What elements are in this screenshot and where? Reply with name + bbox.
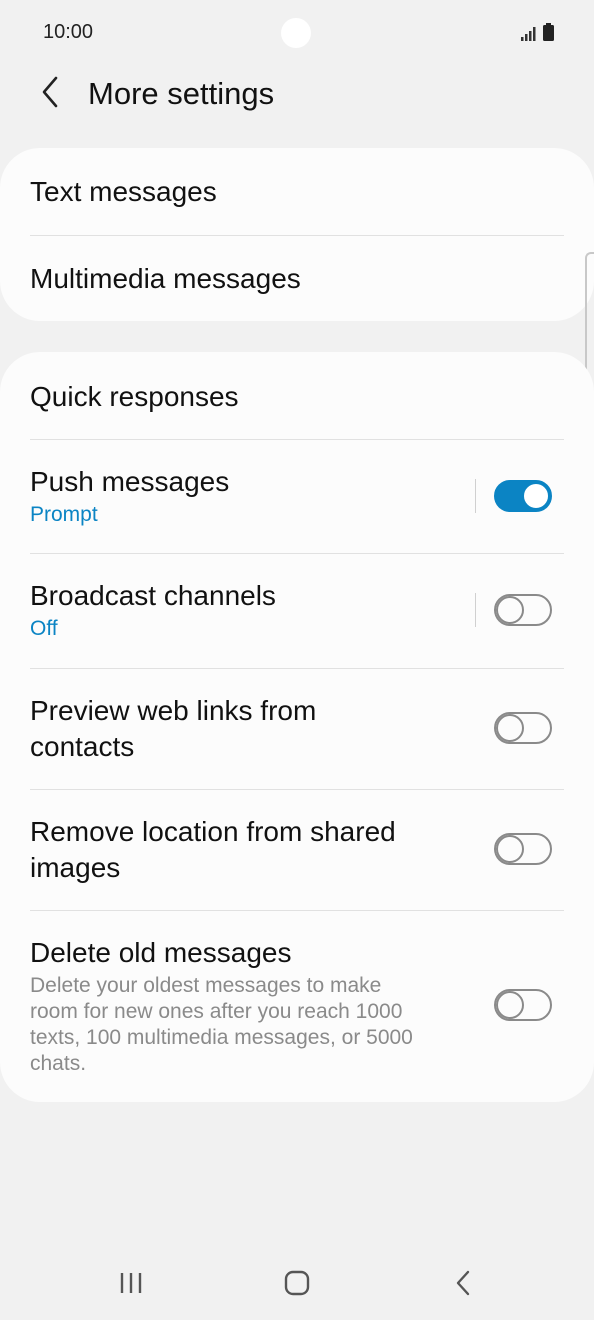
- recents-icon: [119, 1272, 143, 1299]
- back-button[interactable]: [30, 74, 70, 114]
- settings-card-options: Quick responses Push messages Prompt Bro…: [0, 352, 594, 1102]
- multimedia-messages-item[interactable]: Multimedia messages: [30, 261, 564, 297]
- divider: [30, 789, 564, 790]
- recents-button[interactable]: [106, 1265, 156, 1305]
- home-icon: [284, 1270, 310, 1301]
- delete-old-messages-desc-line2: room for new ones after you reach 1000: [30, 1000, 403, 1023]
- status-time: 10:00: [43, 21, 94, 43]
- broadcast-channels-label: Broadcast channels: [30, 580, 276, 611]
- broadcast-channels-item[interactable]: Broadcast channels Off: [30, 578, 564, 642]
- toggle-knob: [496, 991, 524, 1019]
- delete-old-messages-desc-line4: chats.: [30, 1052, 87, 1075]
- toggle-knob: [522, 482, 550, 510]
- chevron-left-icon: [40, 76, 60, 113]
- delete-old-messages-label: Delete old messages: [30, 937, 292, 968]
- remove-location-item[interactable]: Remove location from shared images: [30, 814, 564, 886]
- preview-web-links-label-line1: Preview web links from: [30, 695, 317, 726]
- preview-web-links-label-line2: contacts: [30, 731, 135, 762]
- divider: [30, 668, 564, 669]
- page-title: More settings: [88, 76, 275, 111]
- header: More settings: [0, 60, 594, 130]
- status-bar: 10:00: [0, 0, 594, 66]
- toggle-knob: [496, 714, 524, 742]
- preview-web-links-item[interactable]: Preview web links from contacts: [30, 693, 564, 765]
- delete-old-messages-item[interactable]: Delete old messages Delete your oldest m…: [30, 935, 470, 1077]
- multimedia-messages-label: Multimedia messages: [30, 263, 301, 294]
- push-messages-label: Push messages: [30, 466, 230, 497]
- push-messages-item[interactable]: Push messages Prompt: [30, 464, 564, 528]
- broadcast-channels-status: Off: [30, 617, 58, 640]
- delete-old-messages-desc-line3: texts, 100 multimedia messages, or 5000: [30, 1026, 413, 1049]
- remove-location-label-line2: images: [30, 852, 121, 883]
- broadcast-channels-toggle[interactable]: [494, 594, 552, 626]
- toggle-knob: [496, 596, 524, 624]
- delete-old-messages-toggle[interactable]: [494, 989, 552, 1021]
- divider: [30, 235, 564, 236]
- status-icons: [521, 23, 554, 46]
- vertical-separator: [475, 593, 476, 627]
- push-messages-toggle[interactable]: [494, 480, 552, 512]
- signal-icon: [521, 27, 537, 46]
- quick-responses-item[interactable]: Quick responses: [30, 379, 564, 415]
- divider: [30, 439, 564, 440]
- quick-responses-label: Quick responses: [30, 381, 239, 412]
- vertical-separator: [475, 479, 476, 513]
- battery-icon: [543, 23, 554, 46]
- camera-cutout: [281, 18, 311, 48]
- navigation-bar: [0, 1250, 594, 1320]
- delete-old-messages-desc-line1: Delete your oldest messages to make: [30, 974, 382, 997]
- divider: [30, 553, 564, 554]
- nav-back-icon: [455, 1270, 471, 1301]
- settings-card-messages: Text messages Multimedia messages: [0, 148, 594, 321]
- push-messages-status: Prompt: [30, 503, 98, 526]
- preview-web-links-toggle[interactable]: [494, 712, 552, 744]
- home-button[interactable]: [272, 1265, 322, 1305]
- text-messages-item[interactable]: Text messages: [30, 174, 564, 210]
- divider: [30, 910, 564, 911]
- toggle-knob: [496, 835, 524, 863]
- nav-back-button[interactable]: [438, 1265, 488, 1305]
- text-messages-label: Text messages: [30, 176, 217, 207]
- remove-location-label-line1: Remove location from shared: [30, 816, 396, 847]
- remove-location-toggle[interactable]: [494, 833, 552, 865]
